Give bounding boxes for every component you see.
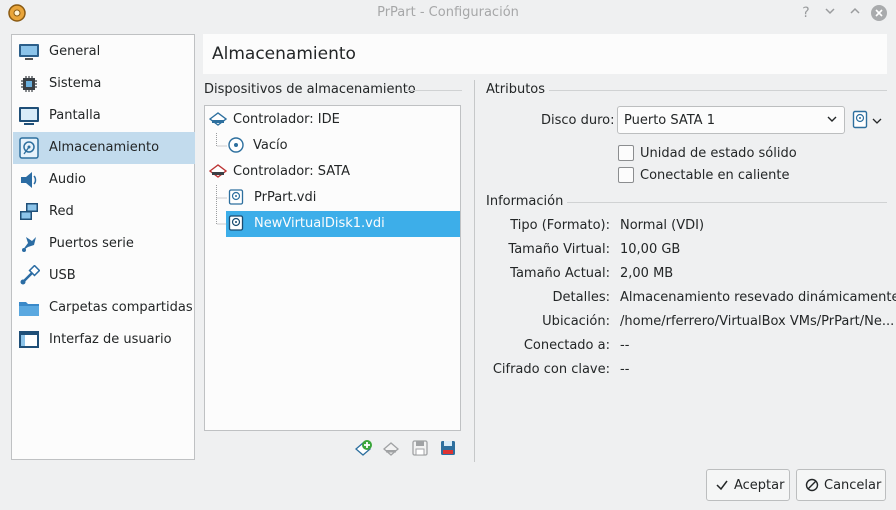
sidebar-item-label: Puertos serie <box>49 236 134 251</box>
tree-item-label: Vacío <box>253 138 288 153</box>
info-key-virtual-size: Tamaño Virtual: <box>508 242 610 257</box>
sidebar-item-label: USB <box>49 268 76 283</box>
serial-port-icon <box>18 233 40 255</box>
tree-item-disk[interactable]: PrPart.vdi <box>227 186 457 210</box>
info-key-details: Detalles: <box>552 290 610 305</box>
sidebar-item-label: Interfaz de usuario <box>49 332 172 347</box>
sidebar-item-label: Red <box>49 204 74 219</box>
info-key-attached-to: Conectado a: <box>523 338 610 353</box>
hard-disk-port-value: Puerto SATA 1 <box>624 113 715 128</box>
hotplug-label: Conectable en caliente <box>640 168 790 183</box>
info-value-attached-to: -- <box>620 338 630 353</box>
info-value-type: Normal (VDI) <box>620 218 705 233</box>
settings-sidebar: General Sistema Pantalla Almacenamiento … <box>11 34 195 460</box>
disk-icon <box>18 137 40 159</box>
tree-item-disk-selected[interactable]: NewVirtualDisk1.vdi <box>227 212 457 236</box>
section-divider <box>406 90 462 91</box>
hard-disk-label: Disco duro: <box>541 113 615 128</box>
usb-icon <box>18 264 41 287</box>
sidebar-item-carpetas-compartidas[interactable]: Carpetas compartidas <box>13 292 195 324</box>
tree-item-label: NewVirtualDisk1.vdi <box>254 216 385 231</box>
remove-attachment-icon[interactable] <box>439 439 457 457</box>
monitor-icon <box>18 41 40 63</box>
display-icon <box>18 105 40 127</box>
sidebar-item-label: Pantalla <box>49 108 101 123</box>
tree-controller-ide[interactable]: Controlador: IDE <box>208 108 459 132</box>
info-value-location: /home/rferrero/VirtualBox VMs/PrPart/Ne.… <box>620 314 895 329</box>
sidebar-item-interfaz-de-usuario[interactable]: Interfaz de usuario <box>13 324 195 356</box>
sidebar-item-almacenamiento[interactable]: Almacenamiento <box>13 132 195 164</box>
info-key-type: Tipo (Formato): <box>510 218 610 233</box>
tree-item-label: Controlador: SATA <box>233 164 350 179</box>
hotplug-checkbox[interactable] <box>618 167 634 183</box>
chip-icon <box>18 73 40 95</box>
page-header: Almacenamiento <box>203 34 887 74</box>
chevron-down-icon <box>826 113 838 129</box>
sidebar-item-label: General <box>49 44 101 59</box>
window-title: PrPart - Configuración <box>377 5 519 20</box>
info-value-encryption: -- <box>620 362 630 377</box>
ok-button-label: Aceptar <box>734 478 785 493</box>
sidebar-item-label: Sistema <box>49 76 102 91</box>
minimize-icon[interactable] <box>821 4 839 22</box>
checkmark-icon <box>715 478 729 496</box>
tree-controller-sata[interactable]: Controlador: SATA <box>208 160 459 184</box>
panel-divider <box>474 80 475 462</box>
sidebar-item-puertos-serie[interactable]: Puertos serie <box>13 228 195 260</box>
sidebar-item-red[interactable]: Red <box>13 196 195 228</box>
ide-controller-icon <box>208 111 228 131</box>
ssd-label: Unidad de estado sólido <box>640 146 797 161</box>
section-divider <box>549 90 887 91</box>
maximize-icon[interactable] <box>846 4 864 22</box>
sata-controller-icon <box>208 163 228 183</box>
choose-disk-menu-button[interactable] <box>852 110 882 134</box>
info-key-encryption: Cifrado con clave: <box>492 362 610 377</box>
remove-controller-icon[interactable] <box>383 439 401 457</box>
help-icon[interactable]: ? <box>797 4 815 22</box>
network-icon <box>18 201 40 223</box>
sidebar-item-general[interactable]: General <box>13 36 195 68</box>
storage-devices-label: Dispositivos de almacenamiento <box>204 82 416 97</box>
sidebar-item-usb[interactable]: USB <box>13 260 195 292</box>
tree-item-empty[interactable]: Vacío <box>227 134 457 158</box>
ui-icon <box>18 329 40 351</box>
hard-disk-icon <box>228 215 244 235</box>
hard-disk-icon <box>852 110 870 134</box>
sidebar-item-sistema[interactable]: Sistema <box>13 68 195 100</box>
ok-button[interactable]: Aceptar <box>706 469 790 501</box>
hard-disk-icon <box>228 189 244 209</box>
tree-item-label: PrPart.vdi <box>254 190 317 205</box>
attributes-label: Atributos <box>486 82 546 97</box>
sidebar-item-label: Audio <box>49 172 86 187</box>
sidebar-item-label: Carpetas compartidas <box>49 300 193 315</box>
info-value-virtual-size: 10,00 GB <box>620 242 681 257</box>
cancel-button[interactable]: Cancelar <box>796 469 886 501</box>
storage-tree[interactable]: Controlador: IDE Vacío Controlador: SATA… <box>204 105 461 431</box>
sidebar-item-pantalla[interactable]: Pantalla <box>13 100 195 132</box>
sidebar-item-audio[interactable]: Audio <box>13 164 195 196</box>
ssd-checkbox[interactable] <box>618 145 634 161</box>
sidebar-item-label: Almacenamiento <box>49 140 160 155</box>
title-bar: PrPart - Configuración ? <box>0 0 896 26</box>
info-value-actual-size: 2,00 MB <box>620 266 674 281</box>
info-key-actual-size: Tamaño Actual: <box>510 266 610 281</box>
info-key-location: Ubicación: <box>542 314 610 329</box>
information-label: Información <box>486 194 564 209</box>
cancel-button-label: Cancelar <box>824 478 882 493</box>
optical-disc-icon <box>228 137 244 157</box>
add-controller-icon[interactable] <box>355 439 373 457</box>
add-attachment-icon[interactable] <box>411 439 429 457</box>
folder-icon <box>18 297 40 319</box>
info-value-details: Almacenamiento resevado dinámicamente <box>620 290 896 305</box>
page-title: Almacenamiento <box>212 44 356 64</box>
tree-item-label: Controlador: IDE <box>233 112 340 127</box>
cancel-icon <box>805 478 819 496</box>
close-icon[interactable] <box>870 4 888 22</box>
speaker-icon <box>18 169 40 191</box>
chevron-down-icon <box>872 115 882 130</box>
hard-disk-port-select[interactable]: Puerto SATA 1 <box>617 106 845 134</box>
section-divider <box>567 202 887 203</box>
